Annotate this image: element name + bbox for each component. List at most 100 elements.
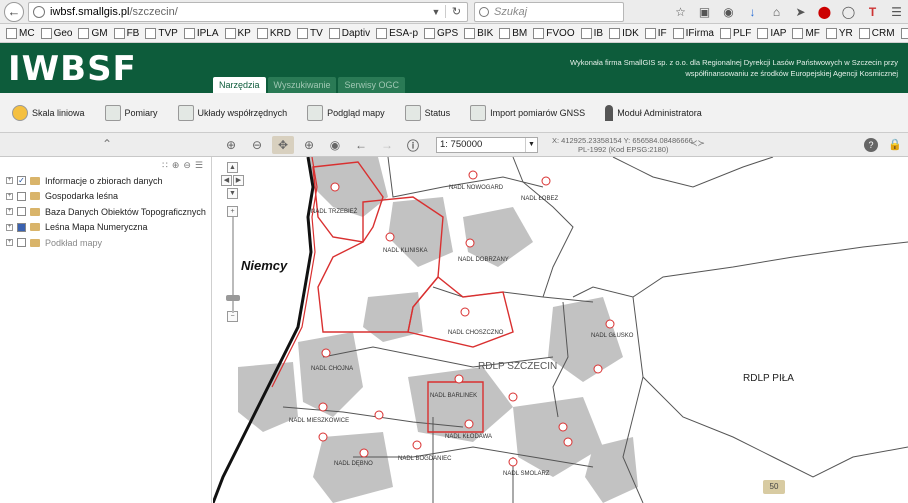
expand-icon[interactable]: + xyxy=(6,208,13,216)
layer-item[interactable]: + ✓ Informacje o zbiorach danych xyxy=(0,173,211,189)
previous-extent-icon[interactable]: ← xyxy=(350,136,372,154)
bookmark-item[interactable]: FVOO xyxy=(533,27,575,39)
bookmark-item[interactable]: MC xyxy=(6,27,35,39)
bookmark-item[interactable]: BKL xyxy=(900,27,908,39)
address-bar[interactable]: iwbsf.smallgis.pl /szczecin/ ▼ ↻ xyxy=(28,1,468,22)
chevron-up-icon[interactable]: ⌃ xyxy=(102,137,112,151)
layer-checkbox[interactable] xyxy=(17,191,26,201)
bookmark-item[interactable]: KP xyxy=(224,27,251,39)
bookmark-label: FB xyxy=(126,27,140,39)
bookmark-label: FVOO xyxy=(546,27,575,39)
tab-wyszukiwanie[interactable]: Wyszukiwanie xyxy=(267,77,337,93)
tab-narzedzia[interactable]: Narzędzia xyxy=(213,77,266,93)
layer-checkbox[interactable] xyxy=(17,222,26,232)
bookmark-item[interactable]: YR xyxy=(825,27,853,39)
bookmark-item[interactable]: PLF xyxy=(719,27,751,39)
layer-checkbox[interactable]: ✓ xyxy=(17,176,26,186)
pan-down-icon[interactable]: ▼ xyxy=(227,188,238,199)
text-icon[interactable]: T xyxy=(865,4,880,19)
expand-icon[interactable]: + xyxy=(6,239,13,247)
info-icon[interactable]: ⓘ xyxy=(402,136,424,154)
map-preview-button[interactable]: Podgląd mapy xyxy=(307,104,385,121)
bookmark-favicon-icon xyxy=(580,27,592,39)
layer-item[interactable]: + Baza Danych Obiektów Topograficznych xyxy=(0,204,211,220)
bookmark-item[interactable]: IFirma xyxy=(672,27,714,39)
chat-icon[interactable]: ◯ xyxy=(841,4,856,19)
layer-item[interactable]: + Gospodarka leśna xyxy=(0,189,211,205)
bookmark-item[interactable]: BIK xyxy=(464,27,493,39)
crs-button[interactable]: Układy współrzędnych xyxy=(177,104,287,121)
bookmark-item[interactable]: GM xyxy=(78,27,108,39)
zoom-plus-icon[interactable]: + xyxy=(227,206,238,217)
collapse-icon[interactable]: ∷ xyxy=(162,160,168,171)
bookmark-item[interactable]: TVP xyxy=(145,27,178,39)
expand-all-icon[interactable]: ⊕ xyxy=(172,160,180,171)
bookmark-item[interactable]: TV xyxy=(296,27,323,39)
measure-button[interactable]: Pomiary xyxy=(104,104,158,121)
chevron-down-icon[interactable]: ▼ xyxy=(427,7,445,17)
back-button[interactable]: ← xyxy=(4,1,24,22)
send-icon[interactable]: ➤ xyxy=(793,4,808,19)
pan-left-icon[interactable]: ◀ xyxy=(221,175,232,186)
bookmark-item[interactable]: IF xyxy=(644,27,667,39)
bookmark-item[interactable]: IAP xyxy=(757,27,786,39)
layer-checkbox[interactable] xyxy=(17,207,26,217)
next-extent-icon[interactable]: → xyxy=(376,136,398,154)
pan-right-icon[interactable]: ▶ xyxy=(233,175,244,186)
bookmark-item[interactable]: IB xyxy=(580,27,604,39)
bookmark-item[interactable]: KRD xyxy=(256,27,291,39)
crosshair-icon[interactable]: ⊕ xyxy=(298,136,320,154)
bookmark-item[interactable]: MF xyxy=(792,27,820,39)
bookmark-item[interactable]: BM xyxy=(499,27,527,39)
bookmark-label: IB xyxy=(593,27,604,39)
adblock-icon[interactable]: ⬤ xyxy=(817,4,832,19)
gnss-import-button[interactable]: Import pomiarów GNSS xyxy=(470,104,585,121)
pan-up-icon[interactable]: ▲ xyxy=(227,162,238,173)
double-arrow-icon[interactable]: ≺≻ xyxy=(690,138,705,149)
zoom-in-icon[interactable]: ⊕ xyxy=(220,136,242,154)
bookmark-favicon-icon xyxy=(256,27,268,39)
expand-icon[interactable]: + xyxy=(6,177,13,185)
map-view[interactable]: Niemcy RDLP SZCZECIN RDLP PIŁA NADL NOWO… xyxy=(213,157,908,503)
download-icon[interactable]: ↓ xyxy=(745,4,760,19)
zoom-out-icon[interactable]: ⊖ xyxy=(246,136,268,154)
bookmark-item[interactable]: IDK xyxy=(609,27,639,39)
reload-icon[interactable]: ↻ xyxy=(445,5,467,18)
admin-button[interactable]: Moduł Administratora xyxy=(605,104,702,121)
map-canvas[interactable]: Niemcy RDLP SZCZECIN RDLP PIŁA NADL NOWO… xyxy=(213,157,908,503)
bookmark-item[interactable]: IPLA xyxy=(183,27,219,39)
star-icon[interactable]: ☆ xyxy=(673,4,688,19)
layer-item[interactable]: + Podkład mapy xyxy=(0,235,211,251)
menu-icon[interactable]: ☰ xyxy=(889,4,904,19)
layer-checkbox[interactable] xyxy=(17,238,26,248)
bookmark-item[interactable]: Geo xyxy=(40,27,72,39)
expand-icon[interactable]: + xyxy=(6,192,13,200)
globe-extent-icon[interactable]: ◉ xyxy=(324,136,346,154)
collapse-all-icon[interactable]: ⊖ xyxy=(183,160,191,171)
layer-item[interactable]: + Leśna Mapa Numeryczna xyxy=(0,220,211,236)
pocket-icon[interactable]: ◉ xyxy=(721,4,736,19)
bookmark-item[interactable]: FB xyxy=(113,27,140,39)
help-icon[interactable]: ? xyxy=(864,138,878,152)
expand-icon[interactable]: + xyxy=(6,223,13,231)
zoom-slider-handle[interactable] xyxy=(226,295,240,301)
search-input[interactable]: Szukaj xyxy=(474,1,624,22)
legend-icon[interactable]: ☰ xyxy=(195,160,203,171)
status-button[interactable]: Status xyxy=(404,104,450,121)
bookmark-item[interactable]: ESA-p xyxy=(376,27,418,39)
clipboard-icon[interactable]: ▣ xyxy=(697,4,712,19)
scale-select[interactable]: 1: 750000 ▼ xyxy=(436,137,538,153)
scale-bar-button[interactable]: Skala liniowa xyxy=(12,104,85,121)
folder-icon xyxy=(30,207,40,216)
bookmark-item[interactable]: GPS xyxy=(424,27,458,39)
pan-icon[interactable]: ✥ xyxy=(272,136,294,154)
district-label: NADL DOBRZANY xyxy=(458,257,509,263)
chevron-down-icon[interactable]: ▼ xyxy=(525,138,537,152)
bookmark-label: IPLA xyxy=(196,27,219,39)
layers-panel-header: ∷ ⊕ ⊖ ☰ xyxy=(0,157,211,173)
bookmark-item[interactable]: Daptiv xyxy=(328,27,370,39)
tab-serwisy-ogc[interactable]: Serwisy OGC xyxy=(338,77,405,93)
bookmark-item[interactable]: CRM xyxy=(858,27,895,39)
home-icon[interactable]: ⌂ xyxy=(769,4,784,19)
lock-icon[interactable]: 🔒 xyxy=(888,138,902,151)
